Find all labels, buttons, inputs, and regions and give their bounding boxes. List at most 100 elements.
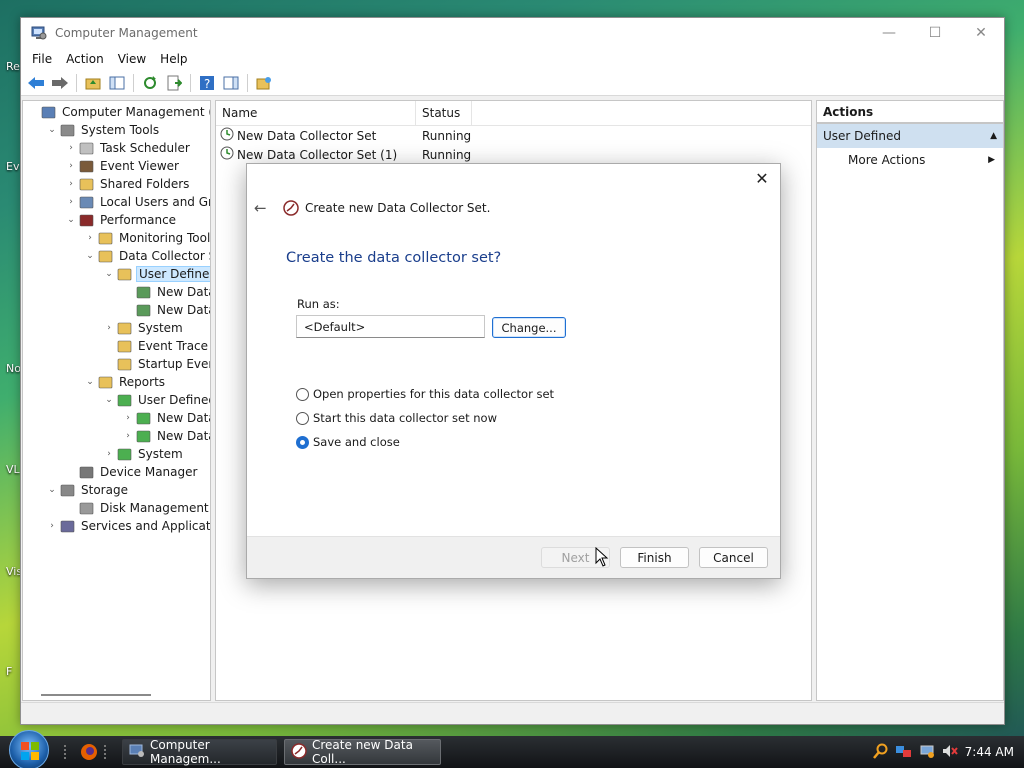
tree-item[interactable]: › Local Users and Groups [65,193,210,211]
list-item-status: Running [422,128,472,143]
tree-item[interactable]: ⌄ User Defined [103,265,210,283]
desktop-icon-label[interactable]: Ev [6,160,19,173]
actions-section-user-defined[interactable]: User Defined ▲ [817,124,1003,148]
start-button[interactable] [9,730,49,768]
tree-item[interactable]: › New Data Co [122,427,210,445]
actions-header: Actions [817,101,1003,124]
radio-button[interactable] [296,411,309,425]
forward-arrow-icon[interactable] [49,72,71,94]
option-label: Open properties for this data collector … [313,387,555,401]
tree-item[interactable]: ⌄ Performance [65,211,178,229]
menu-action[interactable]: Action [59,52,111,66]
actions-pane: Actions User Defined ▲ More Actions ▶ [816,100,1004,701]
chevron-down-icon[interactable]: ⌄ [65,215,77,225]
desktop-icon-label[interactable]: VL [6,463,20,476]
network-icon[interactable] [919,743,935,762]
refresh-icon[interactable] [139,72,161,94]
chevron-right-icon[interactable]: › [122,431,134,441]
run-as-field[interactable]: <Default> [296,315,485,338]
help-icon[interactable]: ? [196,72,218,94]
show-hide-action-pane-icon[interactable] [220,72,242,94]
chevron-down-icon[interactable]: ⌄ [46,125,58,135]
security-center-icon[interactable] [895,743,913,762]
list-item-name: New Data Collector Set (1) [237,147,398,162]
option-save-and-close[interactable]: Save and close [296,433,400,451]
actions-section-label: User Defined [823,129,901,143]
tree-item[interactable]: Event Trace Sess [103,337,210,355]
cancel-button[interactable]: Cancel [699,547,768,568]
show-hide-tree-icon[interactable] [106,72,128,94]
tree-item[interactable]: › Event Viewer [65,157,181,175]
clock[interactable]: 7:44 AM [965,745,1014,759]
more-actions-item[interactable]: More Actions ▶ [817,148,1003,172]
back-arrow-icon[interactable] [25,72,47,94]
option-start-now[interactable]: Start this data collector set now [296,409,497,427]
tree-item[interactable]: ⌄ Reports [84,373,167,391]
menu-help[interactable]: Help [153,52,194,66]
chevron-down-icon[interactable]: ⌄ [84,377,96,387]
collapse-icon[interactable]: ▲ [990,131,997,141]
menu-file[interactable]: File [25,52,59,66]
chevron-right-icon[interactable]: › [65,197,77,207]
chevron-right-icon[interactable]: › [65,161,77,171]
chevron-right-icon[interactable]: › [122,413,134,423]
horizontal-scrollbar[interactable] [41,694,151,696]
taskbar-button-create-data-collector[interactable]: Create new Data Coll... [284,738,441,766]
search-icon[interactable] [872,743,889,762]
radio-button-selected[interactable] [296,435,309,449]
tree-item[interactable]: › System [103,319,185,337]
chevron-right-icon[interactable]: › [65,179,77,189]
menu-view[interactable]: View [111,52,153,66]
chevron-right-icon[interactable]: › [84,233,96,243]
column-header-name[interactable]: Name [216,101,416,125]
chevron-right-icon[interactable]: › [103,449,115,459]
dialog-close-button[interactable]: ✕ [752,168,772,188]
desktop-icon-label[interactable]: F [6,665,12,678]
tree-item[interactable]: › Services and Applications [46,517,210,535]
column-header-status[interactable]: Status [416,101,472,125]
firefox-icon[interactable] [80,743,98,764]
up-folder-icon[interactable] [82,72,104,94]
back-arrow-button[interactable]: ← [254,199,267,217]
tree-item[interactable]: ⌄ Storage [46,481,130,499]
chevron-right-icon[interactable]: › [46,521,58,531]
chevron-down-icon[interactable]: ⌄ [103,269,115,279]
tree-item[interactable]: ⌄ Data Collector Sets [84,247,210,265]
tree-item[interactable]: ⌄ System Tools [46,121,161,139]
tree-item[interactable]: › Shared Folders [65,175,191,193]
tree-item[interactable]: › Task Scheduler [65,139,192,157]
minimize-button[interactable]: — [866,18,912,48]
tree-item[interactable]: Disk Management [65,499,210,517]
change-button[interactable]: Change... [492,317,566,338]
radio-button[interactable] [296,387,309,401]
tree-item[interactable]: New Data Co [122,283,210,301]
maximize-button[interactable]: ☐ [912,18,958,48]
chevron-down-icon[interactable]: ⌄ [84,251,96,261]
chevron-right-icon[interactable]: › [65,143,77,153]
list-item[interactable]: New Data Collector Set Running [216,126,811,145]
volume-muted-icon[interactable] [941,743,959,762]
tree-item-label: Event Trace Sess [138,339,210,353]
tree-item[interactable]: › System [103,445,185,463]
close-button[interactable]: ✕ [958,18,1004,48]
tree-item[interactable]: › New Data Co [122,409,210,427]
taskbar-button-computer-management[interactable]: Computer Managem... [122,738,277,766]
option-open-properties[interactable]: Open properties for this data collector … [296,385,554,403]
tree-item[interactable]: ⌄ User Defined [103,391,210,409]
data-collector-icon [220,127,234,144]
new-data-collector-icon[interactable] [253,72,275,94]
title-bar[interactable]: Computer Management — ☐ ✕ [21,18,1004,48]
list-item[interactable]: New Data Collector Set (1) Running [216,145,811,164]
tree-item[interactable]: Startup Event Tra [103,355,210,373]
chevron-down-icon[interactable]: ⌄ [46,485,58,495]
finish-button[interactable]: Finish [620,547,689,568]
tree-item[interactable]: Device Manager [65,463,199,481]
tree-item[interactable]: › Monitoring Tools [84,229,210,247]
chevron-down-icon[interactable]: ⌄ [103,395,115,405]
chevron-right-icon[interactable]: › [103,323,115,333]
desktop-icon-label[interactable]: Re [6,60,20,73]
tree-item[interactable]: Computer Management (Local [27,103,210,121]
tree-item[interactable]: New Data Co [122,301,210,319]
desktop-icon-label[interactable]: No [6,362,21,375]
export-list-icon[interactable] [163,72,185,94]
